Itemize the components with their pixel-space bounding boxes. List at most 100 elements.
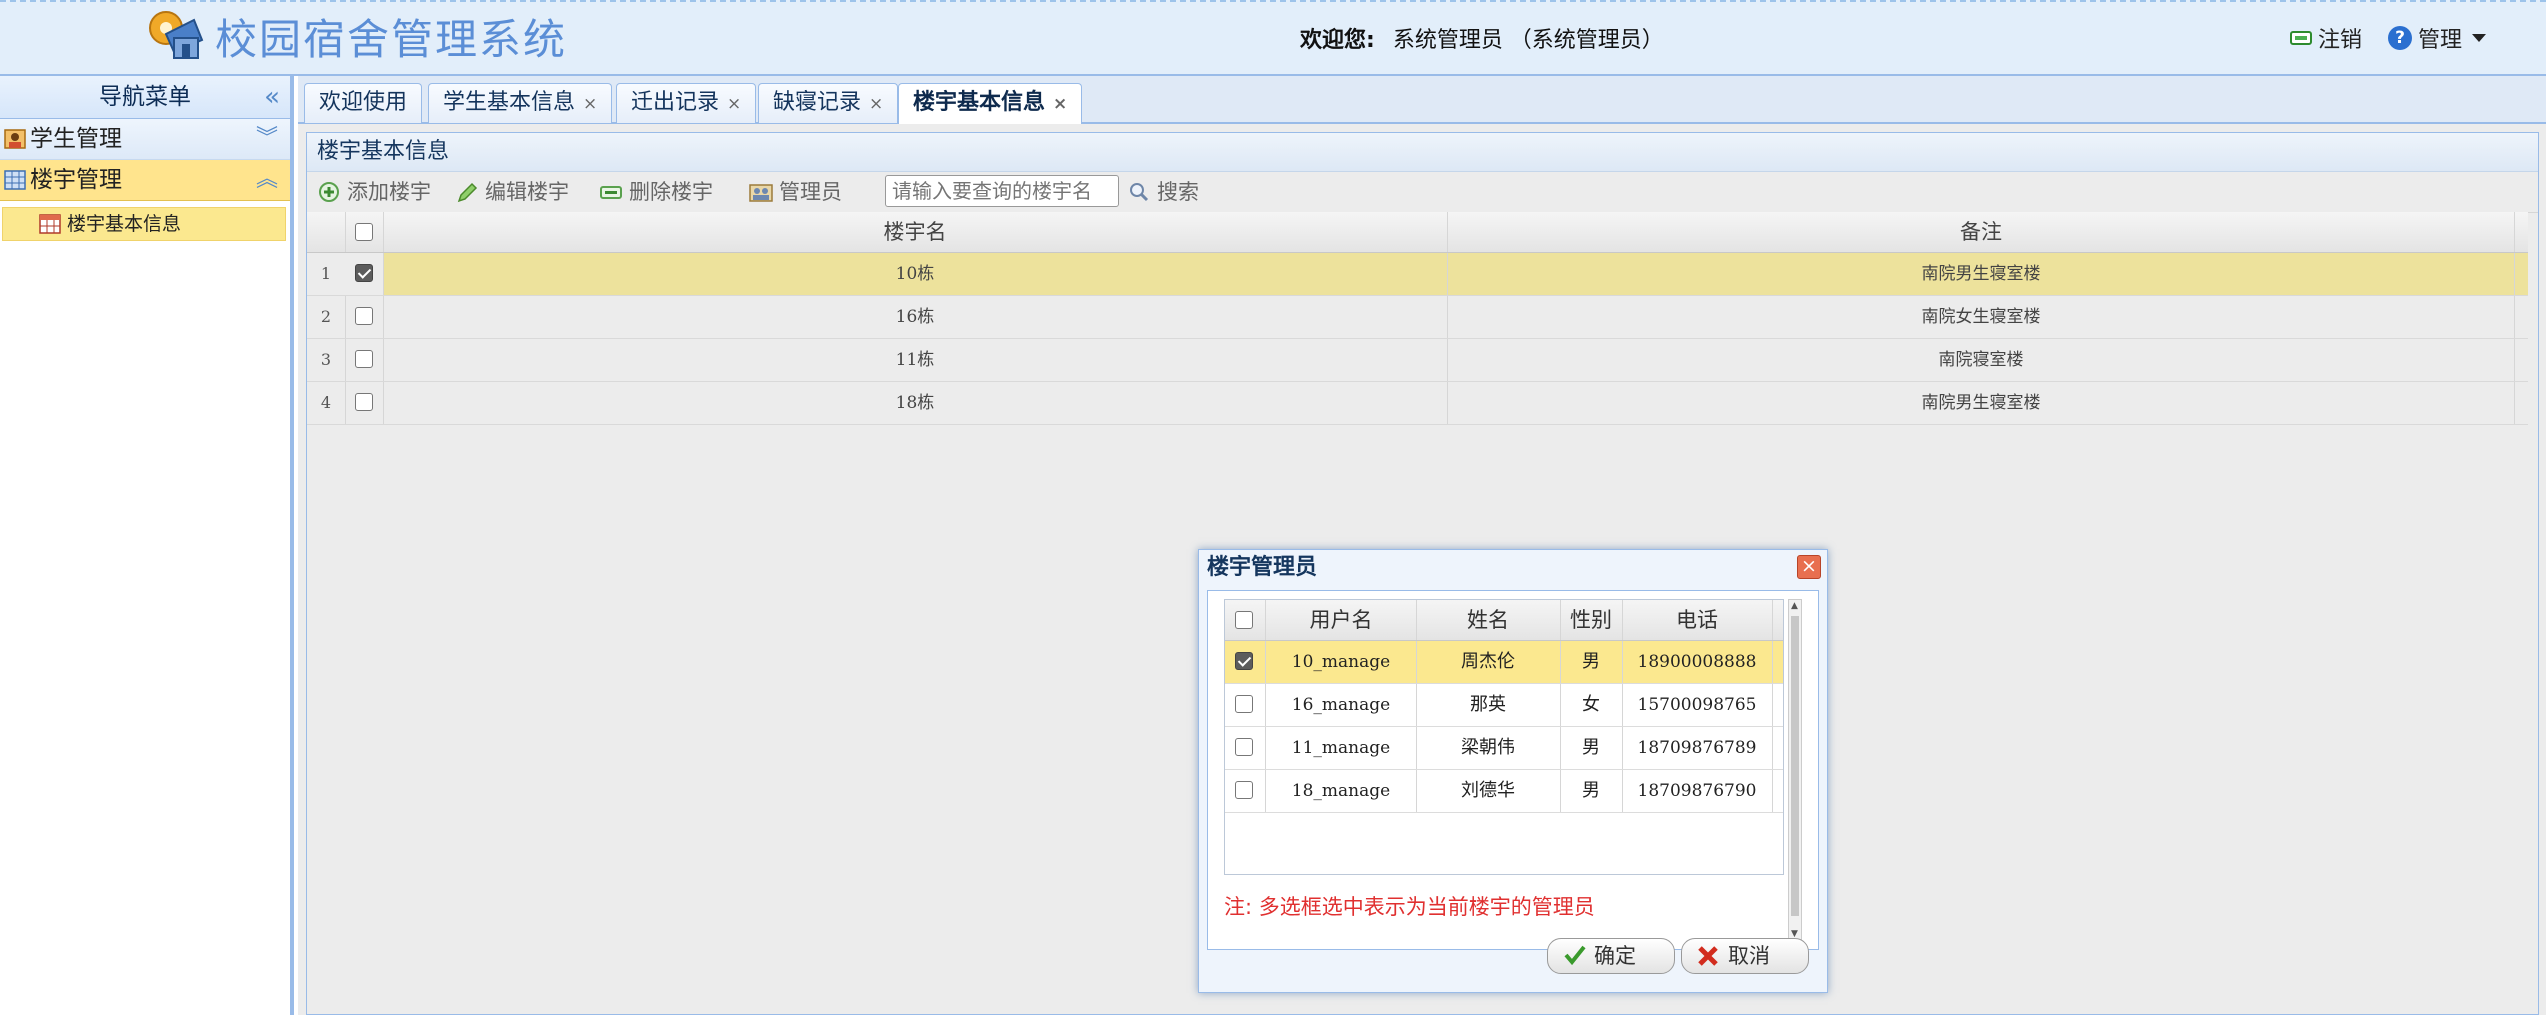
dialog-body: 用户名 姓名 性别 电话 10_manage 周杰伦 男 18900008888… [1207, 590, 1819, 950]
welcome-text: 欢迎您: 系统管理员 （系统管理员） [1300, 22, 1664, 54]
admin-row[interactable]: 10_manage 周杰伦 男 18900008888 [1225, 641, 1783, 684]
row-checkbox[interactable] [1235, 652, 1253, 670]
tab-moveout-records[interactable]: 迁出记录 × [616, 83, 757, 123]
select-all-checkbox[interactable] [355, 223, 373, 241]
confirm-button[interactable]: 确定 [1547, 938, 1675, 974]
admin-row[interactable]: 11_manage 梁朝伟 男 18709876789 [1225, 727, 1783, 770]
tab-absence-records[interactable]: 缺寝记录 × [758, 83, 899, 123]
search-button[interactable]: 搜索 [1125, 178, 1199, 206]
sex-cell: 男 [1560, 727, 1623, 769]
welcome-label: 欢迎您: [1300, 28, 1375, 53]
caret-down-icon [2472, 34, 2487, 42]
row-checkbox[interactable] [355, 393, 373, 411]
tab-close-icon[interactable]: × [583, 94, 597, 114]
note-cell: 南院寝室楼 [1448, 339, 2515, 381]
row-checkbox[interactable] [1235, 781, 1253, 799]
logout-icon [2290, 31, 2312, 45]
pencil-icon [457, 182, 478, 203]
admin-grid: 用户名 姓名 性别 电话 10_manage 周杰伦 男 18900008888… [1224, 599, 1784, 875]
select-all-cell[interactable] [1225, 600, 1266, 640]
row-select-cell[interactable] [345, 382, 384, 424]
sex-cell: 女 [1560, 684, 1623, 726]
logout-button[interactable]: 注销 [2290, 22, 2362, 54]
search-icon [1130, 183, 1149, 202]
row-checkbox[interactable] [355, 264, 373, 282]
username-cell: 11_manage [1266, 727, 1417, 769]
username-cell: 10_manage [1266, 641, 1417, 683]
building-name-cell: 16栋 [383, 296, 1448, 338]
nav-section-student[interactable]: 学生管理 ︾ [0, 119, 290, 160]
search-label: 搜索 [1157, 180, 1199, 204]
row-number: 4 [307, 382, 346, 424]
column-header-phone[interactable]: 电话 [1622, 600, 1773, 640]
row-select-cell[interactable] [345, 253, 384, 295]
note-cell: 南院女生寝室楼 [1448, 296, 2515, 338]
building-search-input[interactable] [885, 175, 1119, 207]
row-checkbox[interactable] [355, 350, 373, 368]
column-header-building-name[interactable]: 楼宇名 [383, 212, 1448, 252]
add-building-button[interactable]: 添加楼宇 [315, 178, 431, 206]
row-select-cell[interactable] [1225, 641, 1266, 683]
column-header-username[interactable]: 用户名 [1266, 600, 1417, 640]
tab-close-icon[interactable]: × [1053, 94, 1067, 114]
tab-label: 学生基本信息 [443, 90, 576, 115]
row-select-cell[interactable] [1225, 727, 1266, 769]
phone-cell: 18709876790 [1622, 770, 1773, 812]
row-select-cell[interactable] [1225, 684, 1266, 726]
tab-close-icon[interactable]: × [869, 94, 883, 114]
edit-building-button[interactable]: 编辑楼宇 [453, 178, 569, 206]
phone-cell: 15700098765 [1622, 684, 1773, 726]
row-number: 2 [307, 296, 346, 338]
nav-item-label: 楼宇基本信息 [67, 213, 182, 235]
cancel-button[interactable]: 取消 [1681, 938, 1809, 974]
manage-label: 管理 [2418, 28, 2463, 53]
tab-building-info[interactable]: 楼宇基本信息 × [898, 83, 1083, 125]
row-checkbox[interactable] [1235, 695, 1253, 713]
building-admin-label: 管理员 [779, 180, 842, 204]
table-row[interactable]: 1 10栋 南院男生寝室楼 [307, 253, 2528, 296]
building-admin-button[interactable]: 管理员 [747, 178, 842, 206]
row-checkbox[interactable] [355, 307, 373, 325]
building-admin-dialog: 楼宇管理员 × 用户名 姓名 性别 电话 10_manage 周杰伦 男 189… [1198, 549, 1828, 993]
manage-menu-button[interactable]: ? 管理 [2388, 22, 2487, 54]
select-all-checkbox[interactable] [1235, 611, 1253, 629]
delete-building-label: 删除楼宇 [629, 180, 713, 204]
column-header-sex[interactable]: 性别 [1560, 600, 1623, 640]
nav-item-building-info[interactable]: 楼宇基本信息 [2, 207, 286, 241]
select-all-cell[interactable] [345, 212, 384, 252]
grid-header-row: 楼宇名 备注 [307, 212, 2528, 253]
row-number-header [307, 212, 346, 252]
scrollbar-thumb[interactable] [1791, 616, 1799, 916]
expand-down-icon[interactable]: ︾ [256, 119, 278, 159]
name-cell: 那英 [1416, 684, 1561, 726]
tab-label: 迁出记录 [631, 90, 720, 115]
tab-welcome[interactable]: 欢迎使用 [304, 83, 423, 123]
admin-row[interactable]: 16_manage 那英 女 15700098765 [1225, 684, 1783, 727]
collapse-up-icon[interactable]: ︽ [256, 160, 278, 200]
row-select-cell[interactable] [345, 339, 384, 381]
tab-close-icon[interactable]: × [727, 94, 741, 114]
row-checkbox[interactable] [1235, 738, 1253, 756]
table-row[interactable]: 4 18栋 南院男生寝室楼 [307, 382, 2528, 425]
collapse-left-icon[interactable]: « [264, 76, 280, 118]
dialog-note: 注: 多选框选中表示为当前楼宇的管理员 [1224, 895, 1595, 919]
column-header-note[interactable]: 备注 [1448, 212, 2515, 252]
help-icon: ? [2388, 26, 2412, 50]
admin-row[interactable]: 18_manage 刘德华 男 18709876790 [1225, 770, 1783, 813]
dialog-close-icon[interactable]: × [1797, 555, 1821, 579]
nav-section-building[interactable]: 楼宇管理 ︽ [0, 160, 290, 201]
building-name-cell: 18栋 [383, 382, 1448, 424]
table-row[interactable]: 3 11栋 南院寝室楼 [307, 339, 2528, 382]
minus-icon [600, 186, 622, 199]
scroll-up-icon[interactable]: ▲ [1791, 601, 1798, 611]
delete-building-button[interactable]: 删除楼宇 [597, 178, 713, 206]
sex-cell: 男 [1560, 641, 1623, 683]
row-select-cell[interactable] [1225, 770, 1266, 812]
column-header-name[interactable]: 姓名 [1416, 600, 1561, 640]
dialog-scrollbar[interactable]: ▲ ▼ [1788, 599, 1802, 941]
name-cell: 周杰伦 [1416, 641, 1561, 683]
row-select-cell[interactable] [345, 296, 384, 338]
cancel-x-icon [1698, 946, 1718, 966]
tab-student-info[interactable]: 学生基本信息 × [428, 83, 613, 123]
table-row[interactable]: 2 16栋 南院女生寝室楼 [307, 296, 2528, 339]
